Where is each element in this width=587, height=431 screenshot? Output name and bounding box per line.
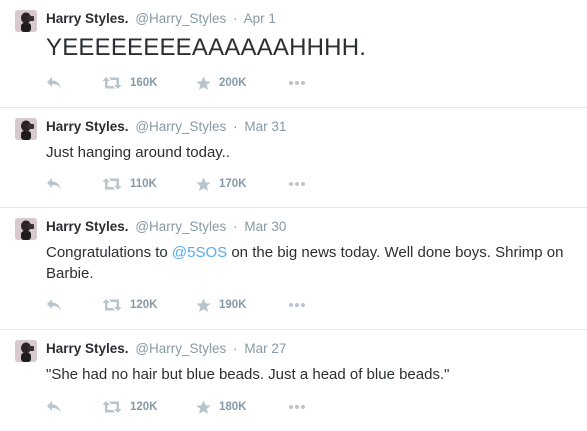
more-button[interactable] (288, 399, 306, 415)
favorite-button[interactable]: 200K (196, 75, 247, 91)
tweet-header: Harry Styles. @Harry_Styles · Apr 1 (46, 11, 276, 27)
tweet-header: Harry Styles. @Harry_Styles · Mar 30 (46, 219, 286, 235)
retweet-count: 110K (130, 178, 157, 190)
reply-button[interactable] (46, 176, 62, 192)
avatar-photo-icon (15, 340, 37, 362)
tweet-text: Just hanging around today.. (46, 142, 569, 163)
tweet[interactable]: Harry Styles. @Harry_Styles · Mar 30 Con… (0, 208, 587, 330)
reply-button[interactable] (46, 297, 62, 313)
retweet-button[interactable]: 160K (102, 75, 158, 91)
timestamp[interactable]: Mar 31 (244, 119, 286, 134)
separator: · (233, 11, 238, 26)
avatar-photo-icon (15, 218, 37, 240)
favorite-count: 180K (219, 401, 247, 413)
reply-button[interactable] (46, 75, 62, 91)
tweet-text-part: Just hanging around today.. (46, 144, 231, 161)
mention-link[interactable]: @5SOS (172, 244, 227, 261)
username[interactable]: @Harry_Styles (135, 119, 226, 134)
retweet-button[interactable]: 110K (102, 176, 157, 192)
retweet-icon (102, 299, 122, 311)
favorite-button[interactable]: 180K (196, 399, 247, 415)
fullname[interactable]: Harry Styles. (46, 11, 129, 26)
favorite-count: 170K (219, 178, 247, 190)
avatar[interactable] (15, 118, 37, 140)
tweet[interactable]: Harry Styles. @Harry_Styles · Mar 31 Jus… (0, 108, 587, 208)
avatar[interactable] (15, 340, 37, 362)
separator: · (233, 341, 238, 356)
tweet[interactable]: Harry Styles. @Harry_Styles · Mar 27 "Sh… (0, 330, 587, 431)
fullname[interactable]: Harry Styles. (46, 341, 129, 356)
star-icon (196, 298, 211, 312)
retweet-button[interactable]: 120K (102, 399, 158, 415)
reply-icon (47, 299, 61, 311)
tweet-text-part: "She had no hair but blue beads. Just a … (46, 366, 450, 383)
more-icon (289, 81, 305, 85)
avatar[interactable] (15, 10, 37, 32)
tweet[interactable]: Harry Styles. @Harry_Styles · Apr 1 YEEE… (0, 0, 587, 108)
star-icon (196, 400, 211, 414)
retweet-icon (102, 178, 122, 190)
reply-icon (47, 77, 61, 89)
reply-icon (47, 401, 61, 413)
separator: · (233, 219, 238, 234)
avatar[interactable] (15, 218, 37, 240)
more-icon (289, 303, 305, 307)
favorite-count: 190K (219, 299, 247, 311)
avatar-photo-icon (15, 118, 37, 140)
retweet-button[interactable]: 120K (102, 297, 158, 313)
tweet-header: Harry Styles. @Harry_Styles · Mar 27 (46, 341, 286, 357)
retweet-icon (102, 77, 122, 89)
more-icon (289, 182, 305, 186)
more-button[interactable] (288, 297, 306, 313)
tweet-text: YEEEEEEEEAAAAAAHHHH. (46, 33, 569, 63)
tweet-timeline: Harry Styles. @Harry_Styles · Apr 1 YEEE… (0, 0, 587, 431)
username[interactable]: @Harry_Styles (135, 11, 226, 26)
timestamp[interactable]: Apr 1 (244, 11, 276, 26)
more-button[interactable] (288, 176, 306, 192)
tweet-actions: 120K 180K (46, 399, 346, 415)
favorite-button[interactable]: 170K (196, 176, 247, 192)
retweet-count: 160K (130, 77, 158, 89)
username[interactable]: @Harry_Styles (135, 341, 226, 356)
timestamp[interactable]: Mar 30 (244, 219, 286, 234)
tweet-header: Harry Styles. @Harry_Styles · Mar 31 (46, 119, 286, 135)
more-icon (289, 405, 305, 409)
tweet-actions: 110K 170K (46, 176, 346, 192)
favorite-count: 200K (219, 77, 247, 89)
fullname[interactable]: Harry Styles. (46, 219, 129, 234)
reply-button[interactable] (46, 399, 62, 415)
tweet-text: "She had no hair but blue beads. Just a … (46, 364, 569, 385)
tweet-actions: 120K 190K (46, 297, 346, 313)
avatar-photo-icon (15, 10, 37, 32)
tweet-text: Congratulations to @5SOS on the big news… (46, 242, 569, 284)
star-icon (196, 177, 211, 191)
more-button[interactable] (288, 75, 306, 91)
retweet-count: 120K (130, 299, 158, 311)
star-icon (196, 76, 211, 90)
fullname[interactable]: Harry Styles. (46, 119, 129, 134)
timestamp[interactable]: Mar 27 (244, 341, 286, 356)
reply-icon (47, 178, 61, 190)
tweet-text-part: YEEEEEEEEAAAAAAHHHH. (46, 34, 367, 61)
retweet-icon (102, 401, 122, 413)
username[interactable]: @Harry_Styles (135, 219, 226, 234)
separator: · (233, 119, 238, 134)
tweet-actions: 160K 200K (46, 75, 346, 91)
retweet-count: 120K (130, 401, 158, 413)
favorite-button[interactable]: 190K (196, 297, 247, 313)
tweet-text-part: Congratulations to (46, 244, 172, 261)
